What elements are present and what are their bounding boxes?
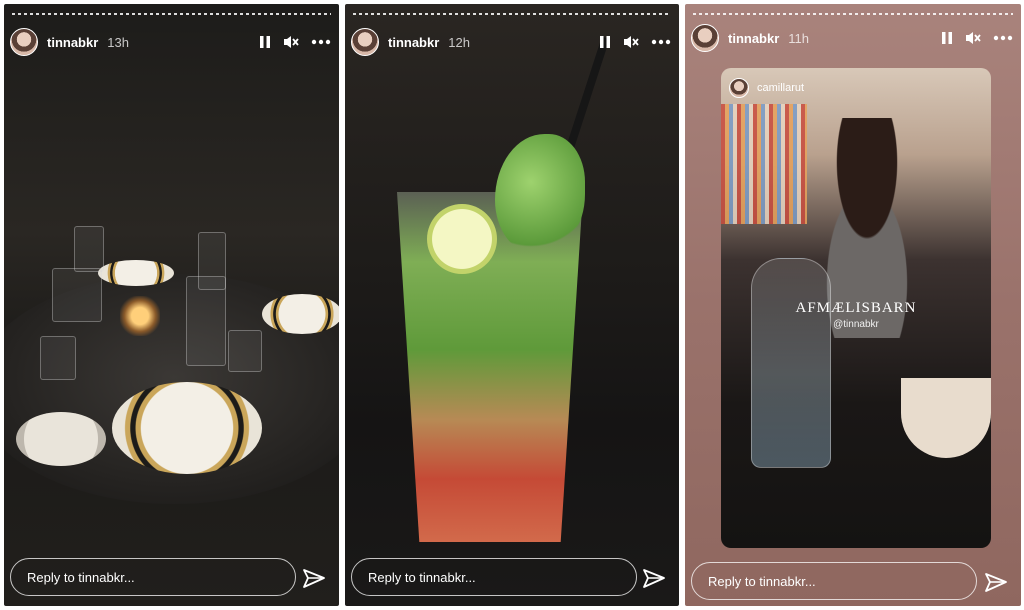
send-icon[interactable] [641, 566, 667, 592]
story-panel-2[interactable]: tinnabkr 12h Reply to tinnabkr... [345, 4, 679, 606]
story-username[interactable]: tinnabkr [47, 35, 98, 50]
mute-icon[interactable] [282, 34, 300, 50]
reply-input[interactable]: Reply to tinnabkr... [691, 562, 977, 600]
more-icon[interactable] [311, 39, 331, 45]
reposted-photo[interactable]: camillarut AFMÆLISBARN @tinnabkr [721, 68, 991, 548]
profile-avatar[interactable] [691, 24, 719, 52]
more-icon[interactable] [651, 39, 671, 45]
glass-image [228, 330, 262, 372]
glass-image [186, 276, 226, 366]
send-icon[interactable] [301, 566, 327, 592]
more-icon[interactable] [993, 35, 1013, 41]
story-panel-1[interactable]: tinnabkr 13h Reply to tinnabkr... [4, 4, 339, 606]
candle-image [120, 296, 160, 336]
plate-image [262, 294, 339, 334]
story-username[interactable]: tinnabkr [388, 35, 439, 50]
lime-slice-image [427, 204, 497, 274]
glass-image [52, 268, 102, 322]
mute-icon[interactable] [622, 34, 640, 50]
pause-icon[interactable] [599, 35, 611, 49]
story-controls [941, 30, 1013, 46]
pause-icon[interactable] [259, 35, 271, 49]
glass-image [40, 336, 76, 380]
reply-placeholder: Reply to tinnabkr... [27, 569, 135, 585]
story-header: tinnabkr 12h [351, 26, 671, 58]
mute-icon[interactable] [964, 30, 982, 46]
plate-image [16, 412, 106, 466]
story-username[interactable]: tinnabkr [728, 31, 779, 46]
profile-avatar[interactable] [351, 28, 379, 56]
story-strip: tinnabkr 13h Reply to tinnabkr... tinnab… [0, 0, 1024, 610]
pause-icon[interactable] [941, 31, 953, 45]
reply-placeholder: Reply to tinnabkr... [708, 573, 816, 589]
story-time: 11h [788, 30, 810, 46]
story-controls [259, 34, 331, 50]
sticker-title: AFMÆLISBARN [795, 300, 917, 316]
mention-avatar [729, 78, 749, 98]
plate-image [98, 260, 174, 286]
text-sticker: AFMÆLISBARN @tinnabkr [721, 300, 991, 330]
send-icon[interactable] [983, 570, 1009, 596]
story-header: tinnabkr 11h [691, 22, 1013, 54]
story-progress-bar [353, 13, 671, 15]
reply-placeholder: Reply to tinnabkr... [368, 569, 476, 585]
glass-image [74, 226, 104, 272]
mint-leaves-image [495, 134, 585, 254]
mention-username: camillarut [757, 82, 805, 94]
carafe-image [751, 258, 831, 468]
reply-input[interactable]: Reply to tinnabkr... [10, 558, 296, 596]
story-header: tinnabkr 13h [10, 26, 331, 58]
mention-tag[interactable]: camillarut [729, 78, 804, 98]
story-progress-bar [12, 13, 331, 15]
bowl-image [901, 378, 991, 458]
story-panel-3[interactable]: camillarut AFMÆLISBARN @tinnabkr tinnabk… [685, 4, 1021, 606]
story-time: 12h [448, 34, 470, 50]
sticker-handle[interactable]: @tinnabkr [721, 319, 991, 330]
plate-image [112, 382, 262, 474]
story-controls [599, 34, 671, 50]
wall-art-image [721, 104, 807, 224]
story-time: 13h [107, 34, 129, 50]
profile-avatar[interactable] [10, 28, 38, 56]
reply-input[interactable]: Reply to tinnabkr... [351, 558, 637, 596]
story-progress-bar [693, 13, 1013, 15]
